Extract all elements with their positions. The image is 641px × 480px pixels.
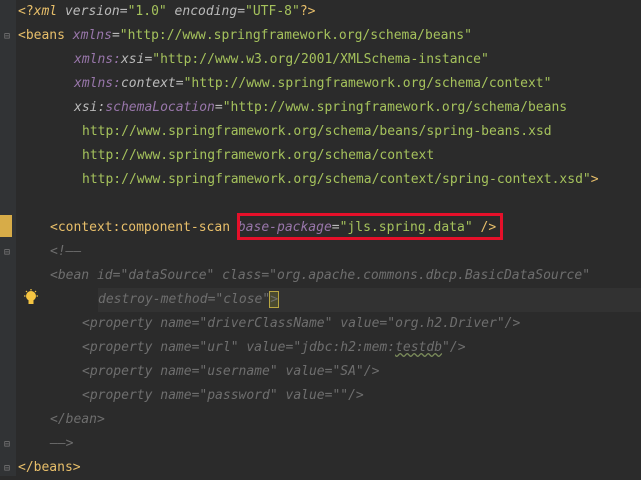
code-line-12: <bean id="dataSource" class="org.apache.… — [50, 264, 641, 288]
prolog-name: xml — [33, 4, 58, 19]
equals: = — [175, 76, 184, 91]
tag-open: <context — [50, 220, 113, 235]
attr-name: xsi — [120, 52, 145, 67]
comment-text: <bean id="dataSource" class="org.apache.… — [50, 268, 591, 283]
fold-marker-icon[interactable]: ⊟ — [4, 247, 12, 259]
attr-name: version — [57, 4, 120, 19]
comment-close: ——> — [50, 436, 74, 451]
code-line-18: </bean> — [50, 408, 641, 432]
attr-name: xmlns — [72, 28, 112, 43]
code-line-1: <?xml version="1.0" encoding="UTF-8"?> — [18, 0, 641, 24]
code-line-5: xsi:schemaLocation="http://www.springfra… — [74, 96, 641, 120]
attr-name: encoding — [166, 4, 238, 19]
lightbulb-icon[interactable] — [23, 289, 39, 307]
attr-value: "http://www.springframework.org/schema/b… — [222, 100, 568, 115]
code-line-16: <property name="username" value="SA"/> — [82, 360, 641, 384]
tag-close: > — [590, 172, 599, 187]
tag-close: </beans> — [18, 460, 81, 475]
code-line-7: http://www.springframework.org/schema/co… — [82, 144, 641, 168]
attr-name: schemaLocation — [105, 100, 215, 115]
attr-value: http://www.springframework.org/schema/co… — [82, 172, 591, 187]
comment-text: <property name="password" value=""/> — [82, 388, 364, 403]
comment-text: <property name="url" value="jdbc:h2:mem: — [82, 340, 396, 355]
attr-value: "1.0" — [127, 4, 167, 19]
attr-value: "http://www.springframework.org/schema/c… — [183, 76, 552, 91]
tag-name: :component-scan — [112, 220, 238, 235]
attr-name: context — [120, 76, 176, 91]
code-line-3: xmlns:xsi="http://www.w3.org/2001/XMLSch… — [74, 48, 641, 72]
code-line-2: <beans xmlns="http://www.springframework… — [18, 24, 641, 48]
caret-match: > — [269, 291, 279, 308]
attr-prefix: xmlns: — [74, 52, 121, 67]
change-marker — [0, 215, 12, 237]
tag-open: <beans — [18, 28, 73, 43]
code-line-8: http://www.springframework.org/schema/co… — [82, 168, 641, 192]
attr-value: http://www.springframework.org/schema/co… — [82, 148, 435, 163]
highlight-box — [237, 213, 503, 240]
attr-value: "http://www.w3.org/2001/XMLSchema-instan… — [152, 52, 489, 67]
code-line-11: <!—— — [50, 240, 641, 264]
code-line-15: <property name="url" value="jdbc:h2:mem:… — [82, 336, 641, 360]
attr-value: http://www.springframework.org/schema/be… — [82, 124, 552, 139]
fold-marker-icon[interactable]: ⊟ — [4, 463, 12, 475]
prolog-close: ?> — [299, 4, 316, 19]
equals: = — [237, 4, 246, 19]
code-line-17: <property name="password" value=""/> — [82, 384, 641, 408]
code-line-20: </beans> — [18, 456, 641, 480]
code-line-19: ——> — [50, 432, 641, 456]
equals: = — [111, 28, 120, 43]
spellcheck-word: testdb — [395, 340, 443, 355]
code-line-4: xmlns:context="http://www.springframewor… — [74, 72, 641, 96]
attr-prefix: xmlns: — [74, 76, 121, 91]
comment-text: <property name="driverClassName" value="… — [82, 316, 521, 331]
comment-open: <!—— — [50, 244, 82, 259]
code-line-14: <property name="driverClassName" value="… — [82, 312, 641, 336]
code-line-6: http://www.springframework.org/schema/be… — [82, 120, 641, 144]
attr-prefix: xsi: — [74, 100, 106, 115]
equals: = — [119, 4, 128, 19]
comment-text: "/> — [442, 340, 466, 355]
code-line-13: destroy-method="close"> — [98, 288, 641, 312]
prolog-open: <? — [18, 4, 34, 19]
comment-text: destroy-method="close" — [98, 292, 271, 307]
attr-value: "UTF-8" — [245, 4, 300, 19]
comment-text: </bean> — [50, 412, 105, 427]
attr-value: "http://www.springframework.org/schema/b… — [119, 28, 472, 43]
fold-marker-icon[interactable]: ⊟ — [4, 31, 12, 43]
fold-marker-icon[interactable]: ⊟ — [4, 439, 12, 451]
comment-text: <property name="username" value="SA"/> — [82, 364, 380, 379]
editor-gutter[interactable] — [0, 0, 16, 476]
equals: = — [214, 100, 223, 115]
